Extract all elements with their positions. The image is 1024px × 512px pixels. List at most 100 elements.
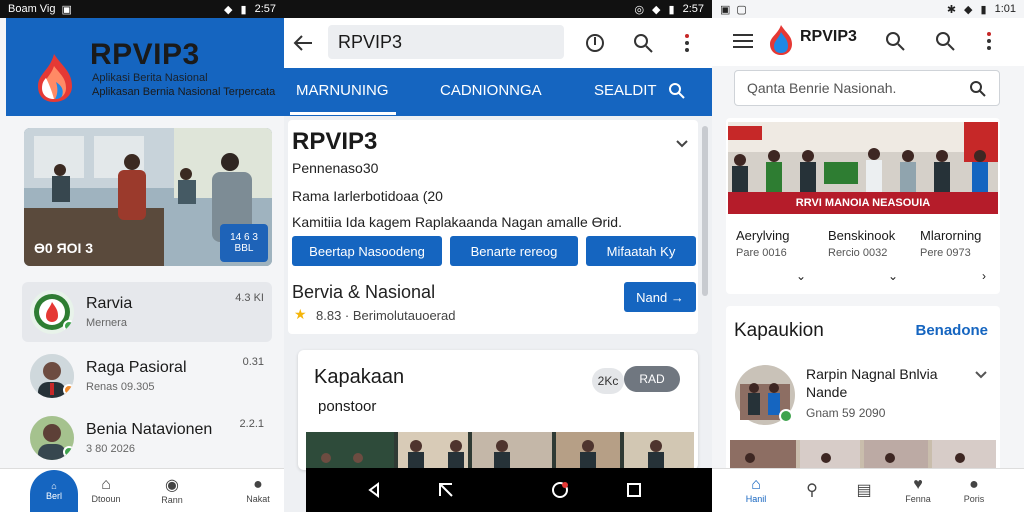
- search-input[interactable]: RPVIP3: [328, 25, 564, 59]
- list-item[interactable]: Raga Pasioral Renas 09.305 0.31: [22, 346, 272, 406]
- stat-title: Mlarorning: [920, 228, 982, 243]
- nav-saved-button[interactable]: ♥ Fenna: [888, 468, 948, 512]
- search-icon[interactable]: [884, 30, 906, 52]
- section-card: Kapaukion Benadone Rarpin Nagnal Bnlvia …: [726, 306, 1000, 476]
- overview-icon[interactable]: [624, 480, 644, 500]
- open-button[interactable]: Nand →: [624, 282, 696, 312]
- tab-news[interactable]: CADNIONNGA: [440, 82, 542, 99]
- nav-profile-button[interactable]: ● Poris: [944, 468, 1004, 512]
- home-circle-icon[interactable]: [550, 480, 570, 500]
- more-vert-icon[interactable]: [676, 32, 698, 54]
- search-icon[interactable]: [668, 82, 686, 100]
- list-item-time: 2.2.1: [239, 418, 264, 430]
- app-detail-meta: Rama Iarlerbotidoaa (20: [292, 188, 443, 204]
- nav-explore-button[interactable]: ⚲: [782, 468, 842, 512]
- list-item-title: Benia Natavionen: [86, 421, 213, 438]
- more-vert-icon[interactable]: [978, 30, 1000, 52]
- section-link[interactable]: Benadone: [915, 322, 988, 339]
- item-title: Rarpin Nagnal Bnlvia: [806, 366, 938, 382]
- nav-label: Poris: [963, 494, 985, 504]
- star-icon: ★: [294, 306, 307, 322]
- battery-icon: ▮: [240, 3, 247, 16]
- app-pane-search: ◎ ◆ ▮ 2:57 RPVIP3 MARNUNING CADNIONNGA S…: [284, 0, 712, 512]
- news-card-title: Kapakaan: [314, 366, 405, 388]
- app-detail-developer: Pennenaso30: [292, 160, 379, 176]
- clock: 1:01: [994, 3, 1016, 15]
- document-icon: ▤: [856, 482, 872, 499]
- voice-icon[interactable]: [584, 32, 606, 54]
- image-icon: ▣: [720, 3, 731, 16]
- headline-card[interactable]: RRVI MANOIA NEASOUIA Aerylving Pare 0016…: [726, 118, 1000, 294]
- scrollbar[interactable]: [702, 126, 708, 296]
- chevron-right-icon: ›: [982, 269, 986, 283]
- search-placeholder: Qanta Benrie Nasionah.: [747, 80, 897, 96]
- system-navigation-bar: [306, 468, 712, 512]
- search-field[interactable]: Qanta Benrie Nasionah.: [734, 70, 1000, 106]
- featured-video-card[interactable]: Ɵ0 ЯOI 3 14 6 3 BBL: [24, 128, 272, 266]
- list-item-title: Raga Pasioral: [86, 359, 187, 376]
- tab-bar: MARNUNING CADNIONNGA SEALDIT: [284, 68, 712, 116]
- list-item[interactable]: Benia Natavionen 3 80 2026 2.2.1: [22, 408, 272, 468]
- nav-label: Dtooun: [91, 494, 121, 504]
- recent-edit-icon[interactable]: [436, 480, 456, 500]
- nav-label: Berl: [45, 491, 62, 501]
- nav-home-button[interactable]: ⌂ Hanil: [726, 468, 786, 512]
- bottom-navigation: ⌂ Berl ⌂ Dtooun ◉ Rann ● Nakat: [0, 468, 284, 512]
- battery-icon: ▮: [980, 3, 987, 16]
- stat-sub: Pare 0016: [736, 247, 787, 259]
- person-icon: ●: [969, 476, 979, 493]
- chevron-down-icon[interactable]: [974, 368, 988, 382]
- stat-sub: Pere 0973: [920, 247, 971, 259]
- news-card[interactable]: Kapakaan ponstoor 2Kc RAD: [298, 350, 698, 470]
- action-button-2[interactable]: Benarte rereog: [450, 236, 578, 266]
- nav-profile-button[interactable]: ● Nakat: [228, 468, 284, 512]
- online-dot: [63, 320, 74, 332]
- search-icon[interactable]: [632, 32, 654, 54]
- search-icon[interactable]: [934, 30, 956, 52]
- headline-caption: RRVI MANOIA NEASOUIA: [728, 192, 998, 214]
- badge-line2: BBL: [234, 243, 254, 254]
- wifi-icon: ◆: [224, 3, 233, 16]
- app-title: RPVIP3: [90, 38, 200, 71]
- news-card-subtitle: ponstoor: [318, 398, 377, 415]
- back-arrow-icon[interactable]: [292, 32, 314, 54]
- news-photo-strip: [306, 432, 694, 470]
- nav-home-button[interactable]: ⌂ Berl: [30, 470, 78, 512]
- action-button-1[interactable]: Beertap Nasoodeng: [292, 236, 442, 266]
- nav-pages-button[interactable]: ▤: [834, 468, 894, 512]
- nav-explore-button[interactable]: ⌂ Dtooun: [76, 468, 136, 512]
- featured-label: Ɵ0 ЯOI 3: [34, 240, 94, 256]
- chevron-down-icon: ⌄: [796, 269, 807, 283]
- screen: Boam Vig ▣ ◆ ▮ 2:57 RPVIP3 Aplikasi Beri…: [0, 0, 1024, 512]
- list-item-subtitle: Renas 09.305: [86, 381, 155, 393]
- nav-video-button[interactable]: ◉ Rann: [142, 468, 202, 512]
- clock: 2:57: [254, 3, 276, 15]
- app-detail-title: RPVIP3: [292, 128, 378, 155]
- list-item-time: 0.31: [242, 356, 264, 368]
- stat-block[interactable]: Benskinook Rercio 0032 ⌄: [828, 228, 918, 283]
- action-button-3[interactable]: Mifaatah Ky: [586, 236, 696, 266]
- chip-selected[interactable]: RAD: [624, 366, 680, 392]
- chevron-down-icon[interactable]: [674, 136, 690, 152]
- notification-icon: ▣: [61, 3, 72, 16]
- home-icon: ⌂: [51, 481, 57, 491]
- tab-morning[interactable]: MARNUNING: [296, 82, 389, 99]
- stat-block[interactable]: Aerylving Pare 0016 ⌄: [736, 228, 826, 283]
- stat-block[interactable]: Mlarorning Pere 0973 ›: [920, 228, 1010, 283]
- clock: 2:57: [682, 3, 704, 15]
- status-dot: [63, 384, 74, 396]
- list-item[interactable]: Rarvia Mernera 4.3 KI: [22, 282, 272, 342]
- list-item-title: Rarvia: [86, 295, 133, 312]
- featured-badge: 14 6 3 BBL: [220, 224, 268, 262]
- back-icon[interactable]: [364, 480, 384, 500]
- app-tagline: Aplikasan Bernia Nasional Terpercata: [92, 86, 276, 98]
- item-thumbnail: [735, 365, 795, 425]
- app-logo-icon: [770, 25, 792, 55]
- tab-search[interactable]: SEALDIT: [594, 82, 657, 99]
- nav-label: Hanil: [745, 494, 767, 504]
- nav-label: Nakat: [246, 494, 270, 504]
- app-detail-subtitle: Bervia & Nasional: [292, 282, 436, 302]
- chip[interactable]: 2Kc: [592, 368, 624, 394]
- list-item-subtitle: 3 80 2026: [86, 443, 135, 455]
- menu-icon[interactable]: [732, 32, 754, 50]
